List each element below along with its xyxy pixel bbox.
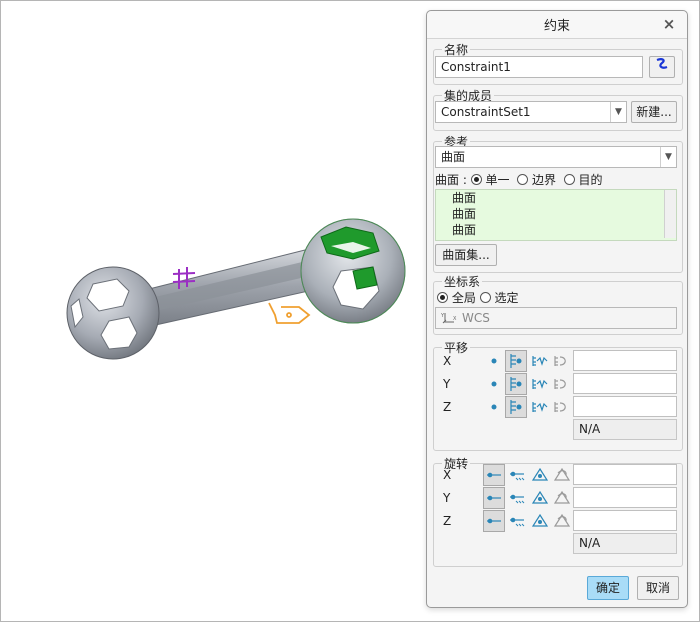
- free-dof-y-icon[interactable]: [483, 373, 505, 395]
- select-curve-icon: [656, 58, 668, 69]
- select-curve-button[interactable]: [649, 56, 675, 78]
- dialog-title: 约束: [543, 19, 570, 34]
- hinge-rotation-x-icon[interactable]: [529, 464, 551, 486]
- surface-mode-row: 曲面 : 单一 边界 目的: [435, 171, 677, 187]
- radio-single[interactable]: [470, 174, 482, 185]
- new-set-button[interactable]: 新建...: [631, 101, 677, 123]
- constraint-set-value: ConstraintSet1: [441, 105, 531, 119]
- translation_section-axis-label: Z: [443, 400, 452, 414]
- rotation_section-axis-label: Z: [443, 514, 452, 528]
- hinge-rotation-y-icon[interactable]: [529, 487, 551, 509]
- radio-intent[interactable]: [563, 174, 575, 185]
- enforced-rotation-x-icon[interactable]: [551, 464, 573, 486]
- cancel-button[interactable]: 取消: [637, 576, 679, 600]
- translation_section-axis-label: Y: [443, 377, 451, 391]
- free-dof-x-icon[interactable]: [483, 350, 505, 372]
- rotation_section-x-input[interactable]: [573, 464, 677, 485]
- constraint-dialog: 约束 × 名称 Constraint1 集的成员 ConstraintSet1 …: [426, 10, 688, 608]
- translation_section-na-field[interactable]: N/A: [573, 419, 677, 440]
- mode-boundary[interactable]: 边界: [517, 173, 556, 187]
- fixed-rotation-z-icon[interactable]: [507, 510, 529, 532]
- list-item[interactable]: 曲面: [436, 222, 676, 238]
- csys-global[interactable]: 全局: [437, 291, 476, 305]
- model-viewport[interactable]: [1, 1, 426, 623]
- enforced-rotation-z-icon[interactable]: [551, 510, 573, 532]
- enforced-translation-x-icon[interactable]: [551, 350, 573, 372]
- spring-translation-z-icon[interactable]: [529, 396, 551, 418]
- csys-options: 全局 选定: [437, 289, 519, 306]
- csys-value: WCS: [462, 311, 490, 325]
- list-scrollbar[interactable]: [664, 190, 676, 238]
- enforced-rotation-y-icon[interactable]: [551, 487, 573, 509]
- constraint-set-dropdown[interactable]: ConstraintSet1 ▼: [435, 101, 627, 123]
- csys-legend: 坐标系: [444, 275, 481, 289]
- tag-label-icon: [268, 302, 311, 324]
- mode-single[interactable]: 单一: [470, 173, 510, 187]
- translation_section-y-input[interactable]: [573, 373, 677, 394]
- translation_section-axis-label: X: [443, 354, 452, 368]
- csys-axes-icon: Y X: [441, 313, 457, 324]
- reference-type-dropdown[interactable]: 曲面 ▼: [435, 146, 677, 168]
- translation_section-z-input[interactable]: [573, 396, 677, 417]
- free-dof-z-icon[interactable]: [483, 396, 505, 418]
- list-item[interactable]: 曲面: [436, 190, 676, 206]
- fixed-translation-y-icon[interactable]: [505, 373, 527, 395]
- fixed-rotation-y-icon[interactable]: [507, 487, 529, 509]
- rotation_section-axis-label: X: [443, 468, 452, 482]
- close-icon[interactable]: ×: [660, 15, 678, 33]
- fixed-rotation-x-icon[interactable]: [507, 464, 529, 486]
- reference-type-value: 曲面: [441, 150, 466, 164]
- enforced-translation-y-icon[interactable]: [551, 373, 573, 395]
- hinge-rotation-z-icon[interactable]: [529, 510, 551, 532]
- fixed-translation-z-icon[interactable]: [505, 396, 527, 418]
- radio-boundary[interactable]: [517, 174, 529, 185]
- free-rotation-y-icon[interactable]: [483, 487, 505, 509]
- reference-list[interactable]: 曲面 曲面 曲面: [435, 189, 677, 241]
- chevron-down-icon: ▼: [660, 147, 676, 167]
- name-input[interactable]: Constraint1: [435, 56, 643, 78]
- radio-global[interactable]: [437, 292, 448, 303]
- free-rotation-x-icon[interactable]: [483, 464, 505, 486]
- rotation_section-z-input[interactable]: [573, 510, 677, 531]
- free-rotation-z-icon[interactable]: [483, 510, 505, 532]
- csys-field[interactable]: Y X WCS: [435, 307, 677, 329]
- fixed-translation-x-icon[interactable]: [505, 350, 527, 372]
- mode-intent[interactable]: 目的: [563, 173, 603, 187]
- ok-button[interactable]: 确定: [587, 576, 629, 600]
- enforced-translation-z-icon[interactable]: [551, 396, 573, 418]
- translation_section-x-input[interactable]: [573, 350, 677, 371]
- rotation_section-na-field[interactable]: N/A: [573, 533, 677, 554]
- chevron-down-icon: ▼: [610, 102, 626, 122]
- spring-translation-y-icon[interactable]: [529, 373, 551, 395]
- rotation_section-y-input[interactable]: [573, 487, 677, 508]
- rotation_section-axis-label: Y: [443, 491, 451, 505]
- list-item[interactable]: 曲面: [436, 206, 676, 222]
- surface-set-button[interactable]: 曲面集...: [435, 244, 497, 266]
- wrench-model[interactable]: [1, 1, 426, 623]
- surface-mode-label: 曲面 :: [435, 173, 467, 187]
- csys-selected[interactable]: 选定: [479, 291, 519, 305]
- spring-translation-x-icon[interactable]: [529, 350, 551, 372]
- dialog-titlebar[interactable]: 约束 ×: [427, 11, 687, 39]
- svg-text:X: X: [453, 316, 457, 322]
- radio-selected[interactable]: [479, 292, 491, 303]
- svg-text:Y: Y: [441, 313, 445, 319]
